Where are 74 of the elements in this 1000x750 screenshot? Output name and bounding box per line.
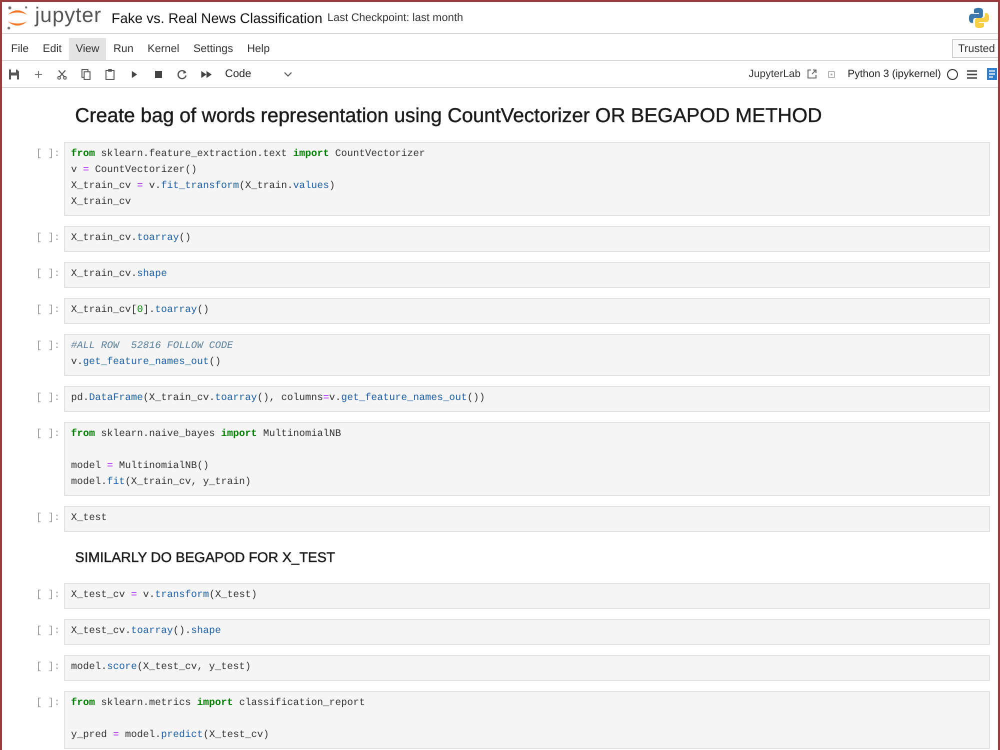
code-editor[interactable]: #ALL ROW 52816 FOLLOW CODE v.get_feature_names_out() xyxy=(64,334,990,376)
cell-prompt: [ ]: xyxy=(34,148,61,162)
code-editor[interactable]: from sklearn.metrics import classification_report y_pred = model.predict(X_test_cv) xyxy=(64,691,990,749)
cell-prompt: [ ]: xyxy=(34,588,61,603)
clipboard-icon xyxy=(105,68,115,80)
cell-prompt: [ ]: xyxy=(34,340,61,354)
code-editor[interactable]: X_train_cv[0].toarray() xyxy=(64,298,990,324)
open-jupyterlab-button[interactable]: JupyterLab xyxy=(748,68,817,80)
trusted-button[interactable]: Trusted xyxy=(952,39,998,58)
notebook-title[interactable]: Fake vs. Real News Classification xyxy=(112,10,322,26)
menu-item[interactable]: Help xyxy=(240,38,277,60)
cell-prompt: [ ]: xyxy=(34,512,61,526)
cell-prompt: [ ]: xyxy=(34,696,61,711)
code-line: X_train_cv.shape xyxy=(71,268,168,282)
code-line: X_train_cv[0].toarray() xyxy=(71,304,210,318)
menu-item[interactable]: Run xyxy=(106,38,141,60)
code-line: y_pred = model.predict(X_test_cv) xyxy=(71,728,270,743)
cell-prompt: [ ]: xyxy=(34,268,61,282)
code-editor[interactable]: X_test_cv.toarray().shape xyxy=(64,619,990,645)
code-line: from sklearn.metrics import classification_report xyxy=(71,696,366,711)
copy-icon xyxy=(81,68,91,80)
code-editor[interactable]: model.score(X_test_cv, y_test) xyxy=(64,655,990,681)
code-line: X_train_cv xyxy=(71,196,132,210)
code-line: X_test_cv.toarray().shape xyxy=(71,624,222,639)
code-line: from sklearn.naive_bayes import MultinomialNB xyxy=(71,428,342,442)
cell-type-dropdown[interactable]: Code xyxy=(220,63,298,85)
menu-item[interactable]: Settings xyxy=(186,38,240,60)
code-editor[interactable]: pd.DataFrame(X_train_cv.toarray(), columns=v.get_feature_names_out()) xyxy=(64,386,990,412)
code-line: X_train_cv.toarray() xyxy=(71,232,192,246)
cell-prompt: [ ]: xyxy=(34,392,61,406)
panel-icon[interactable] xyxy=(987,68,997,80)
code-editor[interactable]: X_test_cv = v.transform(X_test) xyxy=(64,583,990,609)
code-line: model.fit(X_train_cv, y_train) xyxy=(71,476,252,490)
markdown-heading: Create bag of words representation using CountVectorizer OR BEGAPOD METHOD xyxy=(74,104,823,129)
cell-prompt: [ ]: xyxy=(34,428,61,442)
menu-icon[interactable] xyxy=(967,70,977,78)
fast-forward-icon xyxy=(200,70,212,78)
kernel-logo-icon xyxy=(968,6,990,28)
cell-prompt: [ ]: xyxy=(34,624,61,639)
code-editor[interactable]: from sklearn.feature_extraction.text import CountVectorizer v = CountVectorizer() X_train_cv = v.fit_transform(X_train.values) X_train_cv xyxy=(64,142,990,216)
stop-icon xyxy=(154,70,162,78)
restart-icon xyxy=(177,68,187,80)
code-line: X_test_cv = v.transform(X_test) xyxy=(71,588,258,603)
cell-prompt: [ ]: xyxy=(34,660,61,675)
app-name: jupyter xyxy=(35,4,102,28)
code-line: v.get_feature_names_out() xyxy=(71,356,222,370)
markdown-subheading: SIMILARLY DO BEGAPOD FOR X_TEST xyxy=(74,548,336,567)
code-line: X_train_cv = v.fit_transform(X_train.values) xyxy=(71,180,336,194)
code-editor[interactable]: X_test xyxy=(64,506,990,532)
code-line: model = MultinomialNB() xyxy=(71,460,210,474)
cell-prompt: [ ]: xyxy=(34,304,61,318)
code-line: model.score(X_test_cv, y_test) xyxy=(71,660,252,675)
code-editor[interactable]: X_train_cv.toarray() xyxy=(64,226,990,252)
kernel-name-button[interactable]: Python 3 (ipykernel) xyxy=(848,68,941,80)
menu-item[interactable]: Kernel xyxy=(140,38,186,60)
menu-item[interactable]: Edit xyxy=(36,38,69,60)
chevron-down-icon xyxy=(284,72,292,76)
code-line: X_test xyxy=(71,512,108,526)
play-icon xyxy=(130,70,138,78)
checkpoint-status: Last Checkpoint: last month xyxy=(327,12,464,24)
logo-icon xyxy=(5,5,30,30)
code-line: pd.DataFrame(X_train_cv.toarray(), columns=v.get_feature_names_out()) xyxy=(71,392,486,406)
plus-icon xyxy=(34,70,42,78)
code-line: v = CountVectorizer() xyxy=(71,164,198,178)
save-icon xyxy=(9,68,19,80)
code-line: #ALL ROW 52816 FOLLOW CODE xyxy=(71,340,234,354)
scissors-icon xyxy=(57,68,67,80)
menu-item[interactable]: File xyxy=(4,38,36,60)
external-link-icon xyxy=(806,69,817,79)
code-editor[interactable]: X_train_cv.shape xyxy=(64,262,990,288)
menu-item[interactable]: View xyxy=(68,38,106,60)
code-line: from sklearn.feature_extraction.text import CountVectorizer xyxy=(71,148,426,162)
cell-prompt: [ ]: xyxy=(34,232,61,246)
code-editor[interactable]: from sklearn.naive_bayes import MultinomialNB model = MultinomialNB() model.fit(X_train_cv, y_train) xyxy=(64,422,990,496)
